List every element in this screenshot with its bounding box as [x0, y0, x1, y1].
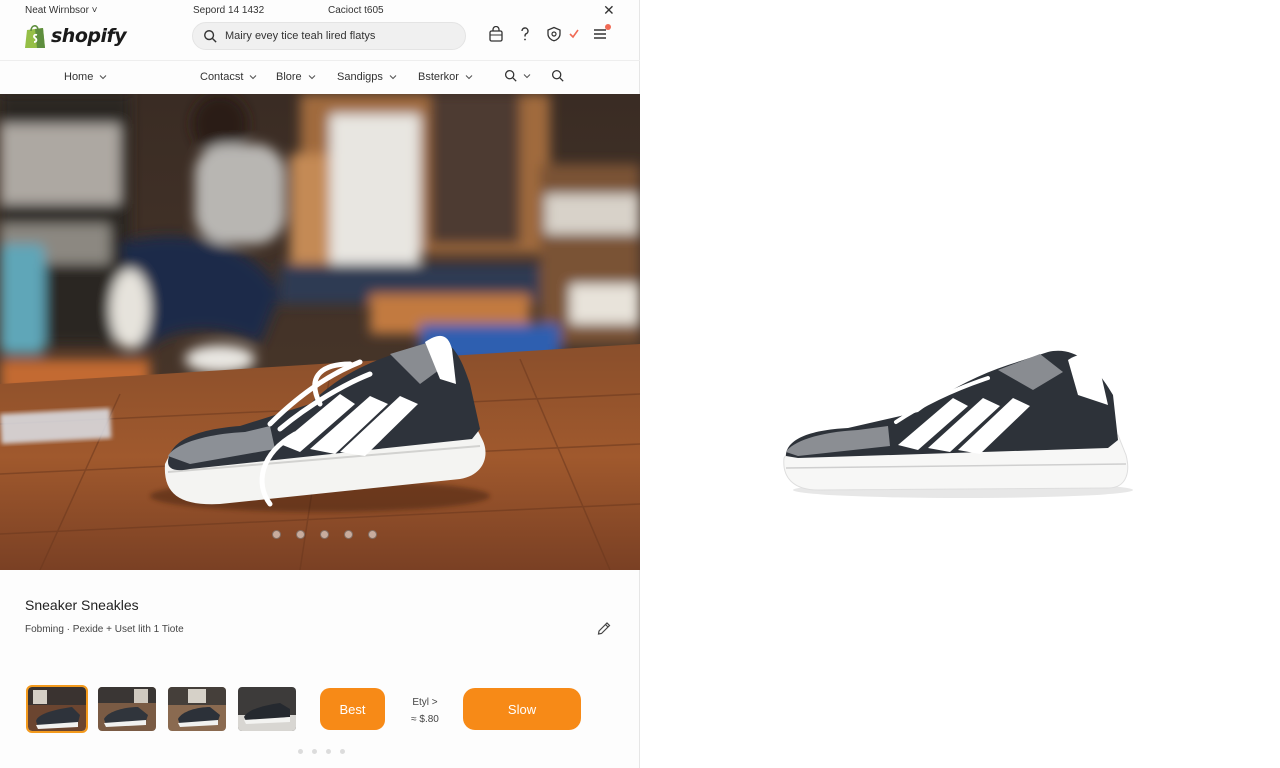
nav-search-dropdown[interactable] — [504, 69, 531, 82]
search-bar[interactable] — [192, 22, 466, 50]
page-dots — [298, 749, 345, 754]
thumbnail-image — [28, 687, 86, 731]
thumbnail-4[interactable] — [238, 687, 296, 731]
best-button[interactable]: Best — [320, 688, 385, 730]
chevron-down-icon — [308, 75, 316, 80]
page-dot[interactable] — [312, 749, 317, 754]
main-nav: Home Contacst Blore Sandigps Bsterkor — [0, 60, 640, 93]
store-header: shopify — [0, 20, 640, 60]
chevron-down-icon — [465, 75, 473, 80]
logo-wordmark: shopify — [51, 25, 127, 47]
help-icon[interactable] — [517, 26, 533, 42]
search-icon — [204, 30, 217, 43]
show-button[interactable]: Slow — [463, 688, 581, 730]
search-icon — [504, 69, 517, 82]
search-input[interactable] — [225, 30, 445, 42]
thumbnail-image — [98, 687, 156, 731]
page-dot[interactable] — [326, 749, 331, 754]
chevron-down-icon — [250, 75, 257, 80]
page-dot[interactable] — [298, 749, 303, 754]
search-icon — [551, 69, 564, 82]
product-preview-panel — [640, 0, 1280, 768]
hero-product-image — [0, 94, 640, 570]
session-info: Sepord 14 1432 — [193, 5, 265, 16]
shield-icon[interactable] — [546, 26, 562, 42]
nav-item-contact[interactable]: Contacst — [200, 71, 257, 83]
check-icon[interactable] — [569, 26, 579, 42]
shopify-bag-icon — [25, 25, 45, 48]
nav-search-button[interactable] — [551, 69, 564, 82]
notification-badge — [605, 24, 611, 30]
edit-icon[interactable] — [596, 620, 612, 636]
header-icons — [488, 24, 611, 42]
product-panel: Neat Wirnbsor ˅ Sepord 14 1432 Cacioct t… — [0, 0, 640, 768]
carousel-dot[interactable] — [368, 530, 377, 539]
nav-item-bsterkor[interactable]: Bsterkor — [418, 71, 473, 83]
shopify-logo[interactable]: shopify — [24, 23, 127, 49]
price-value: ≈ $.80 — [411, 714, 439, 725]
close-icon[interactable]: ✕ — [603, 2, 615, 19]
thumbnail-image — [168, 687, 226, 731]
product-subtitle: Fobming · Pexide + Uset lith 1 Tiote — [25, 624, 184, 635]
thumbnail-1[interactable] — [26, 685, 88, 733]
carousel-dot[interactable] — [296, 530, 305, 539]
bag-icon[interactable] — [488, 26, 504, 42]
price-info: Etyl > ≈ $.80 — [409, 694, 441, 728]
thumbnail-image — [238, 687, 296, 731]
menu-icon[interactable] — [592, 24, 611, 42]
nav-item-home[interactable]: Home — [64, 71, 107, 83]
chevron-down-icon — [99, 75, 107, 80]
page-dot[interactable] — [340, 749, 345, 754]
nav-item-label: Bsterkor — [418, 71, 459, 83]
carousel-dots — [272, 530, 377, 539]
contact-info: Cacioct t605 — [328, 5, 384, 16]
sneaker-scene-photo — [0, 94, 640, 570]
thumbnail-strip — [26, 685, 296, 733]
nav-item-label: Sandigps — [337, 71, 383, 83]
price-label: Etyl > — [412, 697, 438, 708]
top-strip: Neat Wirnbsor ˅ Sepord 14 1432 Cacioct t… — [0, 0, 640, 20]
nav-item-sandigps[interactable]: Sandigps — [337, 71, 397, 83]
nav-item-label: Blore — [276, 71, 302, 83]
chevron-down-icon — [523, 73, 531, 78]
account-switcher[interactable]: Neat Wirnbsor ˅ — [25, 5, 98, 16]
sneaker-preview-image — [783, 350, 1133, 498]
nav-item-blore[interactable]: Blore — [276, 71, 316, 83]
app-window: Neat Wirnbsor ˅ Sepord 14 1432 Cacioct t… — [0, 0, 1280, 768]
chevron-down-icon — [389, 75, 397, 80]
product-title: Sneaker Sneakles — [25, 597, 139, 613]
thumbnail-3[interactable] — [168, 687, 226, 731]
carousel-dot[interactable] — [320, 530, 329, 539]
nav-item-label: Contacst — [200, 71, 244, 83]
thumbnail-2[interactable] — [98, 687, 156, 731]
nav-item-label: Home — [64, 71, 94, 83]
carousel-dot[interactable] — [272, 530, 281, 539]
carousel-dot[interactable] — [344, 530, 353, 539]
